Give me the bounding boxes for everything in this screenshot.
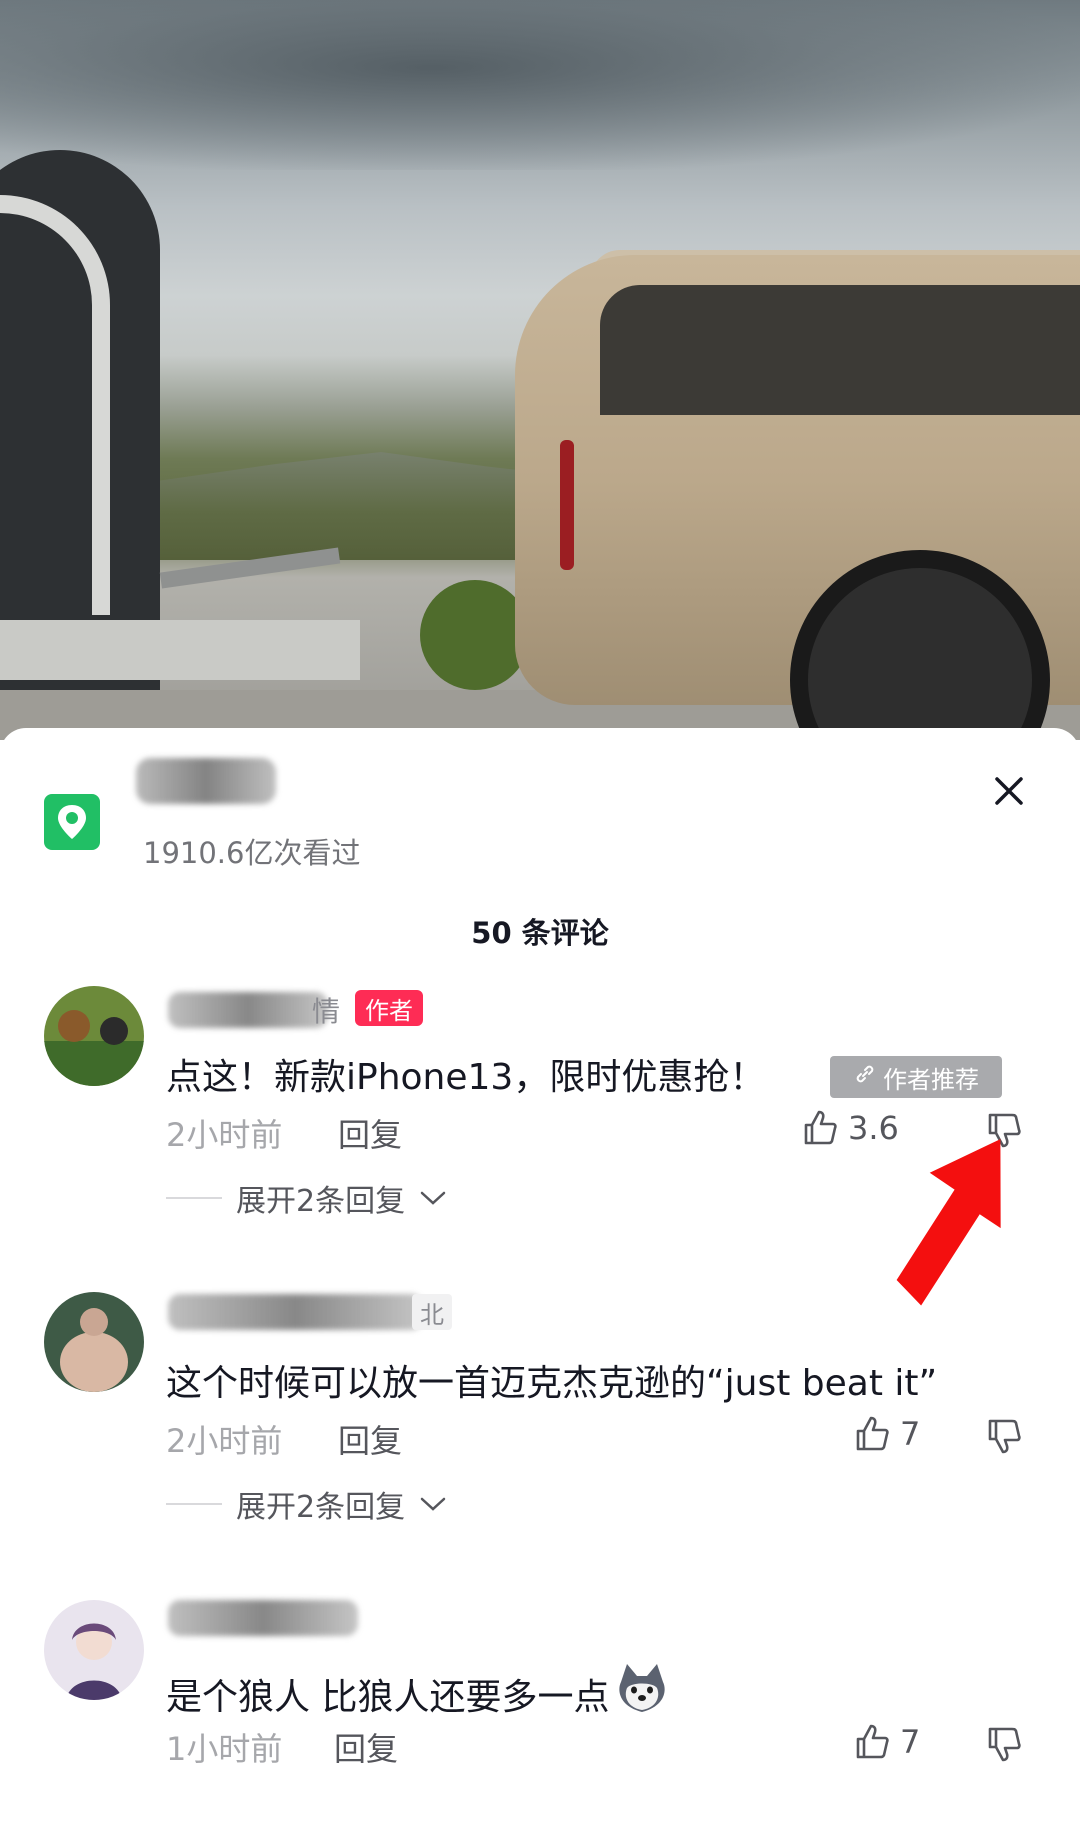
- link-icon: [853, 1062, 877, 1092]
- comment-text-body: 是个狼人 比狼人还要多一点: [166, 1676, 610, 1718]
- reply-button[interactable]: 回复: [338, 1110, 402, 1156]
- like-count: 7: [900, 1415, 921, 1453]
- expand-replies-label: 展开2条回复: [236, 1490, 406, 1525]
- author-badge: 作者: [355, 990, 423, 1026]
- location-name-blurred[interactable]: [136, 758, 276, 804]
- bush: [420, 580, 530, 690]
- reply-button[interactable]: 回复: [338, 1416, 402, 1462]
- comment-text: 点这！新款iPhone13，限时优惠抢！: [166, 1057, 766, 1098]
- thumbs-up-icon: [856, 1416, 889, 1451]
- expand-divider: [166, 1503, 222, 1505]
- like-button[interactable]: 7: [852, 1414, 920, 1454]
- username-blurred[interactable]: [168, 1294, 423, 1330]
- trailer-stripe: [0, 195, 110, 615]
- car-taillight: [560, 440, 574, 570]
- close-icon[interactable]: [986, 768, 1032, 814]
- username-blurred[interactable]: [168, 1600, 358, 1636]
- chevron-down-icon: [420, 1497, 446, 1511]
- video-player[interactable]: [0, 0, 1080, 740]
- thumbs-down-icon[interactable]: [984, 1416, 1024, 1456]
- like-button[interactable]: 7: [852, 1722, 920, 1762]
- comment-time: 2小时前: [166, 1116, 283, 1154]
- expand-divider: [166, 1197, 222, 1199]
- thumbs-down-icon[interactable]: [984, 1724, 1024, 1764]
- comment-count-title: 50 条评论: [471, 916, 609, 950]
- expand-replies[interactable]: 展开2条回复: [166, 1482, 447, 1526]
- thumbs-up-icon: [856, 1724, 889, 1759]
- avatar[interactable]: [44, 986, 144, 1086]
- distant-hills: [150, 452, 570, 560]
- avatar[interactable]: [44, 1600, 144, 1700]
- chevron-down-icon: [420, 1191, 446, 1205]
- husky-emoji-icon: [615, 1662, 669, 1725]
- avatar[interactable]: [44, 1292, 144, 1392]
- red-annotation-arrow: [780, 1090, 1020, 1340]
- region-badge: 北: [412, 1294, 452, 1330]
- username-tail: 情: [312, 995, 341, 1028]
- comment-time: 2小时前: [166, 1422, 283, 1460]
- expand-replies-label: 展开2条回复: [236, 1184, 406, 1219]
- comment-item: 是个狼人 比狼人还要多一点 1小时前 回复 7: [0, 1600, 1080, 1800]
- comment-text: 这个时候可以放一首迈克杰克逊的“just beat it”: [166, 1363, 938, 1404]
- expand-replies[interactable]: 展开2条回复: [166, 1176, 447, 1220]
- sky-clouds: [0, 0, 1080, 170]
- comment-text: 是个狼人 比狼人还要多一点: [166, 1662, 669, 1725]
- reply-button[interactable]: 回复: [334, 1724, 398, 1770]
- location-views: 1910.6亿次看过: [143, 836, 361, 870]
- car-window: [600, 285, 1080, 415]
- comment-time: 1小时前: [166, 1730, 283, 1768]
- location-pin-icon[interactable]: [44, 794, 100, 850]
- like-count: 7: [900, 1723, 921, 1761]
- trailer-frame: [0, 620, 360, 680]
- username-blurred[interactable]: [168, 992, 328, 1028]
